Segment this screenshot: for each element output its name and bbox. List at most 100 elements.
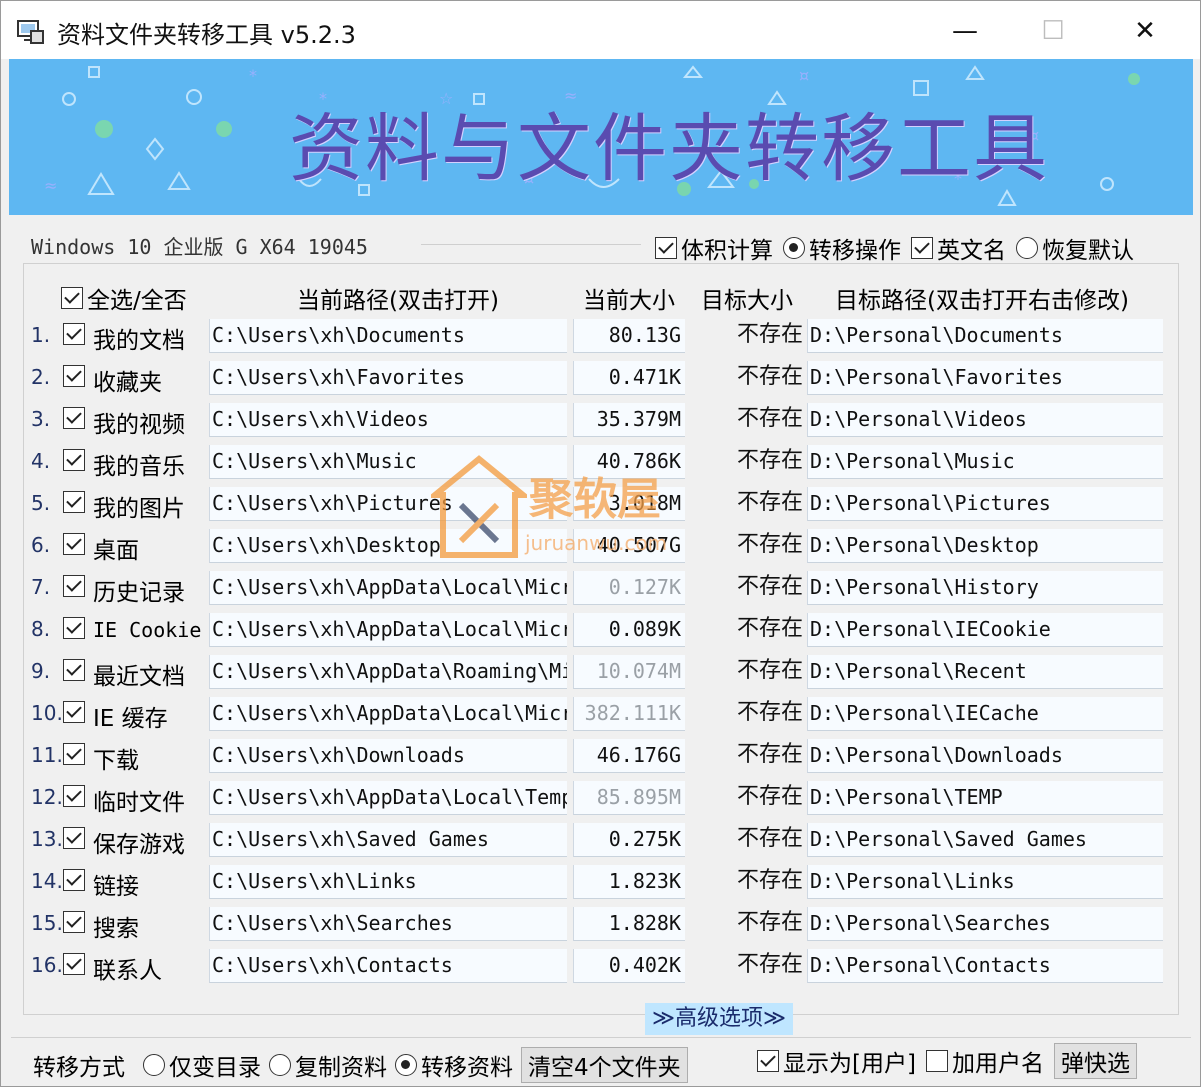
folder-row: 2. 收藏夹 C:\Users\xh\Favorites 0.471K 不存在 D:\Pe… (1, 359, 1201, 399)
checkbox-icon (911, 237, 933, 259)
english-name-checkbox[interactable]: 英文名 (911, 231, 1006, 265)
current-path-field[interactable]: C:\Users\xh\Contacts (209, 949, 567, 983)
target-size-field: 不存在 (736, 784, 803, 809)
minimize-button[interactable]: — (935, 9, 995, 53)
advanced-options-toggle[interactable]: ≫高级选项≫ (645, 1003, 793, 1035)
move-data-label: 转移资料 (421, 1055, 513, 1081)
add-username-checkbox[interactable]: 加用户名 (925, 1044, 1044, 1078)
divider (421, 244, 641, 245)
row-number: 13. (31, 827, 63, 851)
target-path-field[interactable]: D:\Personal\Music (807, 445, 1163, 479)
row-number: 10. (31, 701, 63, 725)
current-path-field[interactable]: C:\Users\xh\Downloads (209, 739, 567, 773)
current-path-field[interactable]: C:\Users\xh\Searches (209, 907, 567, 941)
folder-name: 我的视频 (93, 412, 185, 438)
target-path-field[interactable]: D:\Personal\Saved Games (807, 823, 1163, 857)
target-path-field[interactable]: D:\Personal\Recent (807, 655, 1163, 689)
only-dir-radio[interactable]: 仅变目录 (143, 1048, 261, 1082)
row-checkbox[interactable] (63, 659, 85, 681)
close-button[interactable]: ✕ (1115, 9, 1175, 53)
target-size-field: 不存在 (736, 700, 803, 725)
folder-name: 我的文档 (93, 328, 185, 354)
row-number: 2. (31, 365, 51, 389)
row-checkbox[interactable] (63, 533, 85, 555)
copy-data-radio[interactable]: 复制资料 (269, 1048, 387, 1082)
row-number: 12. (31, 785, 63, 809)
folder-row: 7. 历史记录 C:\Users\xh\AppData\Local\Micr 0.12… (1, 569, 1201, 609)
row-checkbox[interactable] (63, 701, 85, 723)
target-size-field: 不存在 (736, 490, 803, 515)
current-path-field[interactable]: C:\Users\xh\Links (209, 865, 567, 899)
size-calc-checkbox[interactable]: 体积计算 (655, 231, 773, 265)
window-title: 资料文件夹转移工具 v5.2.3 (57, 21, 356, 49)
current-size-field: 0.402K (573, 949, 685, 983)
header-current-path: 当前路径(双击打开) (297, 288, 499, 314)
target-path-field[interactable]: D:\Personal\Videos (807, 403, 1163, 437)
row-checkbox[interactable] (63, 323, 85, 345)
target-size-field: 不存在 (736, 742, 803, 767)
target-path-field[interactable]: D:\Personal\Contacts (807, 949, 1163, 983)
target-path-field[interactable]: D:\Personal\IECache (807, 697, 1163, 731)
current-path-field[interactable]: C:\Users\xh\AppData\Roaming\Mi (209, 655, 567, 689)
quick-select-button[interactable]: 弹快选 (1053, 1043, 1137, 1079)
current-size-field: 46.176G (573, 739, 685, 773)
target-path-field[interactable]: D:\Personal\Downloads (807, 739, 1163, 773)
folder-name: 历史记录 (93, 580, 185, 606)
select-all-checkbox[interactable]: 全选/全否 (61, 281, 187, 315)
target-path-field[interactable]: D:\Personal\Documents (807, 319, 1163, 353)
row-checkbox[interactable] (63, 785, 85, 807)
only-dir-label: 仅变目录 (169, 1055, 261, 1081)
row-checkbox[interactable] (63, 407, 85, 429)
current-path-field[interactable]: C:\Users\xh\AppData\Local\Micr (209, 571, 567, 605)
maximize-button[interactable]: ☐ (1023, 9, 1083, 53)
transfer-op-radio[interactable]: 转移操作 (783, 231, 901, 265)
target-path-field[interactable]: D:\Personal\Desktop (807, 529, 1163, 563)
row-checkbox[interactable] (63, 491, 85, 513)
target-path-field[interactable]: D:\Personal\Links (807, 865, 1163, 899)
watermark-house-icon (431, 455, 527, 558)
target-path-field[interactable]: D:\Personal\Searches (807, 907, 1163, 941)
current-path-field[interactable]: C:\Users\xh\Saved Games (209, 823, 567, 857)
transfer-method-label: 转移方式 (33, 1055, 125, 1081)
current-path-field[interactable]: C:\Users\xh\AppData\Local\Micr (209, 613, 567, 647)
current-path-field[interactable]: C:\Users\xh\AppData\Local\Temp (209, 781, 567, 815)
row-checkbox[interactable] (63, 911, 85, 933)
row-checkbox[interactable] (63, 827, 85, 849)
checkbox-icon (925, 1050, 948, 1072)
current-path-field[interactable]: C:\Users\xh\Videos (209, 403, 567, 437)
row-checkbox[interactable] (63, 365, 85, 387)
row-checkbox[interactable] (63, 953, 85, 975)
row-checkbox[interactable] (63, 449, 85, 471)
current-path-field[interactable]: C:\Users\xh\AppData\Local\Micr (209, 697, 567, 731)
title-bar[interactable]: 资料文件夹转移工具 v5.2.3 — ☐ ✕ (1, 1, 1200, 59)
folder-row: 8. IE Cookie C:\Users\xh\AppData\Local\Mic… (1, 611, 1201, 651)
radio-icon (395, 1054, 417, 1076)
target-size-field: 不存在 (736, 448, 803, 473)
target-path-field[interactable]: D:\Personal\History (807, 571, 1163, 605)
row-checkbox[interactable] (63, 617, 85, 639)
current-path-field[interactable]: C:\Users\xh\Documents (209, 319, 567, 353)
row-checkbox[interactable] (63, 869, 85, 891)
clear-folders-button[interactable]: 清空4个文件夹 (521, 1047, 688, 1083)
current-size-field: 85.895M (573, 781, 685, 815)
row-checkbox[interactable] (63, 575, 85, 597)
move-data-radio[interactable]: 转移资料 (395, 1048, 513, 1082)
watermark-url: juruanwu.com (525, 531, 668, 555)
show-as-user-checkbox[interactable]: 显示为[用户] (757, 1044, 916, 1078)
folder-name: IE 缓存 (93, 706, 168, 732)
target-path-field[interactable]: D:\Personal\Pictures (807, 487, 1163, 521)
radio-icon (143, 1054, 165, 1076)
display-options-bar: 显示为[用户] 加用户名 弹快选 (757, 1043, 1137, 1079)
restore-default-radio[interactable]: 恢复默认 (1016, 231, 1134, 265)
row-number: 1. (31, 323, 51, 347)
banner-title: 资料与文件夹转移工具 (289, 106, 1049, 192)
folder-name: 临时文件 (93, 790, 185, 816)
target-path-field[interactable]: D:\Personal\TEMP (807, 781, 1163, 815)
target-path-field[interactable]: D:\Personal\Favorites (807, 361, 1163, 395)
folder-name: 我的音乐 (93, 454, 185, 480)
header-target-size: 目标大小 (701, 288, 793, 314)
target-path-field[interactable]: D:\Personal\IECookie (807, 613, 1163, 647)
current-path-field[interactable]: C:\Users\xh\Favorites (209, 361, 567, 395)
folder-row: 12. 临时文件 C:\Users\xh\AppData\Local\Temp 85.… (1, 779, 1201, 819)
row-checkbox[interactable] (63, 743, 85, 765)
